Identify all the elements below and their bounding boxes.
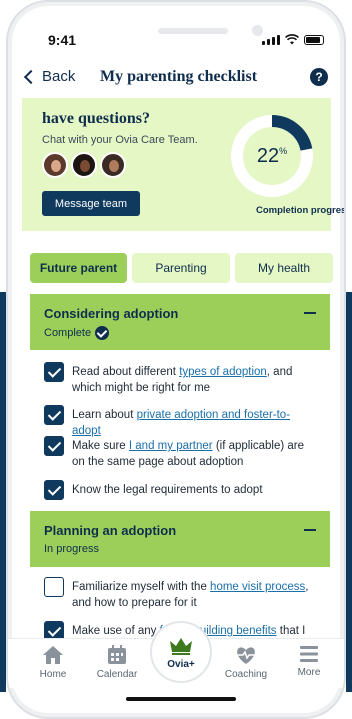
section-title: Planning an adoption bbox=[44, 523, 177, 538]
background-strip-right bbox=[346, 292, 352, 692]
nav-more[interactable]: More bbox=[279, 645, 339, 678]
bottom-nav: Home Calendar Ovia+ Coaching More bbox=[8, 621, 344, 688]
home-icon bbox=[43, 646, 63, 664]
link-home-visit-process[interactable]: home visit process bbox=[210, 581, 305, 593]
questions-subtitle: Chat with your Ovia Care Team. bbox=[42, 134, 198, 146]
calendar-icon bbox=[108, 645, 126, 664]
questions-card: have questions? Chat with your Ovia Care… bbox=[22, 98, 344, 231]
completion-label: Completion progress bbox=[256, 205, 346, 216]
message-team-button[interactable]: Message team bbox=[42, 191, 140, 216]
signal-icon bbox=[262, 34, 280, 45]
checkbox[interactable] bbox=[44, 577, 64, 597]
completion-percent: 22% bbox=[228, 112, 316, 200]
status-icons bbox=[262, 34, 324, 45]
section-status: Complete bbox=[44, 326, 110, 340]
menu-icon bbox=[300, 646, 318, 662]
help-icon[interactable]: ? bbox=[310, 68, 328, 86]
home-indicator bbox=[126, 697, 236, 701]
checkbox[interactable] bbox=[44, 436, 64, 456]
nav-calendar[interactable]: Calendar bbox=[87, 645, 147, 680]
checklist-item: Make sure I and my partner (if applicabl… bbox=[44, 436, 314, 470]
avatar bbox=[42, 152, 68, 178]
back-button[interactable]: Back bbox=[23, 68, 76, 85]
checklist-item: Know the legal requirements to adopt bbox=[44, 480, 314, 500]
nav-ovia-plus[interactable]: Ovia+ bbox=[150, 621, 212, 683]
checkbox[interactable] bbox=[44, 480, 64, 500]
checklist-item: Familiarize myself with the home visit p… bbox=[44, 577, 314, 611]
section-status-text: Complete bbox=[44, 327, 92, 339]
checkbox[interactable] bbox=[44, 405, 64, 425]
section-status-text: In progress bbox=[44, 543, 100, 555]
crown-icon bbox=[170, 638, 192, 655]
tab-my-health[interactable]: My health bbox=[235, 253, 333, 283]
questions-title: have questions? bbox=[42, 110, 151, 127]
chevron-left-icon bbox=[23, 69, 39, 85]
page-title: My parenting checklist bbox=[100, 68, 258, 85]
tab-parenting[interactable]: Parenting bbox=[132, 253, 230, 283]
status-time: 9:41 bbox=[48, 32, 77, 48]
section-title: Considering adoption bbox=[44, 306, 179, 321]
checkbox[interactable] bbox=[44, 362, 64, 382]
collapse-icon[interactable] bbox=[304, 529, 316, 531]
completion-value: 22 bbox=[256, 144, 280, 167]
care-team-avatars bbox=[42, 152, 126, 178]
avatar bbox=[100, 152, 126, 178]
checklist-item: Read about different types of adoption, … bbox=[44, 362, 314, 396]
phone-frame: 9:41 Back My parenting checklist ? have … bbox=[6, 0, 346, 719]
tab-future-parent[interactable]: Future parent bbox=[30, 253, 127, 283]
avatar bbox=[71, 152, 97, 178]
link-i-and-my-partner[interactable]: I and my partner bbox=[129, 440, 213, 452]
section-status: In progress bbox=[44, 543, 99, 555]
section-planning-an-adoption[interactable]: Planning an adoption In progress bbox=[30, 511, 330, 567]
completion-unit: % bbox=[279, 146, 288, 156]
back-label: Back bbox=[42, 68, 76, 85]
checklist-item: Learn about private adoption and foster-… bbox=[44, 405, 314, 439]
header: Back My parenting checklist ? bbox=[8, 64, 344, 94]
check-circle-icon bbox=[95, 326, 110, 340]
battery-icon bbox=[304, 34, 324, 45]
nav-coaching[interactable]: Coaching bbox=[216, 645, 276, 680]
heart-pulse-icon bbox=[237, 647, 255, 664]
nav-home[interactable]: Home bbox=[23, 645, 83, 680]
wifi-icon bbox=[285, 34, 299, 45]
section-considering-adoption[interactable]: Considering adoption Complete bbox=[30, 294, 330, 350]
collapse-icon[interactable] bbox=[304, 312, 316, 314]
speaker-grille bbox=[158, 28, 228, 34]
checklist-tabs: Future parent Parenting My health bbox=[30, 253, 333, 283]
link-types-of-adoption[interactable]: types of adoption bbox=[179, 366, 267, 378]
